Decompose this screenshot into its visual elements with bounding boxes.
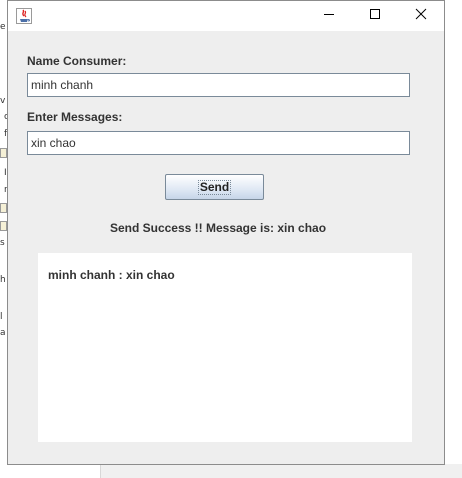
message-input[interactable] bbox=[27, 131, 410, 155]
background-checkbox bbox=[0, 221, 7, 231]
send-button[interactable]: Send bbox=[165, 174, 264, 200]
background-app-area bbox=[100, 464, 462, 478]
minimize-button[interactable] bbox=[306, 1, 352, 31]
name-consumer-label: Name Consumer: bbox=[27, 54, 127, 68]
background-checkbox bbox=[0, 148, 7, 158]
status-message: Send Success !! Message is: xin chao bbox=[109, 221, 327, 235]
background-text-fragment: a bbox=[0, 328, 6, 338]
content-panel: Name Consumer: Enter Messages: Send Send… bbox=[8, 31, 444, 464]
background-text-fragment: v bbox=[0, 96, 6, 106]
consumer-window: Name Consumer: Enter Messages: Send Send… bbox=[7, 0, 445, 465]
minimize-icon bbox=[323, 7, 335, 25]
background-checkbox bbox=[0, 203, 7, 213]
background-text-fragment: s bbox=[0, 238, 5, 248]
name-consumer-input[interactable] bbox=[27, 73, 410, 97]
java-cup-icon bbox=[16, 8, 32, 24]
background-text-fragment: e bbox=[0, 22, 6, 32]
background-text-fragment: h bbox=[0, 275, 6, 285]
enter-messages-label: Enter Messages: bbox=[27, 110, 123, 124]
title-bar[interactable] bbox=[8, 1, 444, 31]
close-button[interactable] bbox=[398, 1, 444, 31]
send-button-label: Send bbox=[197, 179, 232, 195]
background-text-fragment: l bbox=[0, 312, 3, 322]
maximize-icon bbox=[369, 7, 381, 25]
maximize-button[interactable] bbox=[352, 1, 398, 31]
close-icon bbox=[415, 7, 427, 25]
message-log[interactable]: minh chanh : xin chao bbox=[38, 253, 412, 442]
message-log-entry: minh chanh : xin chao bbox=[48, 268, 175, 282]
